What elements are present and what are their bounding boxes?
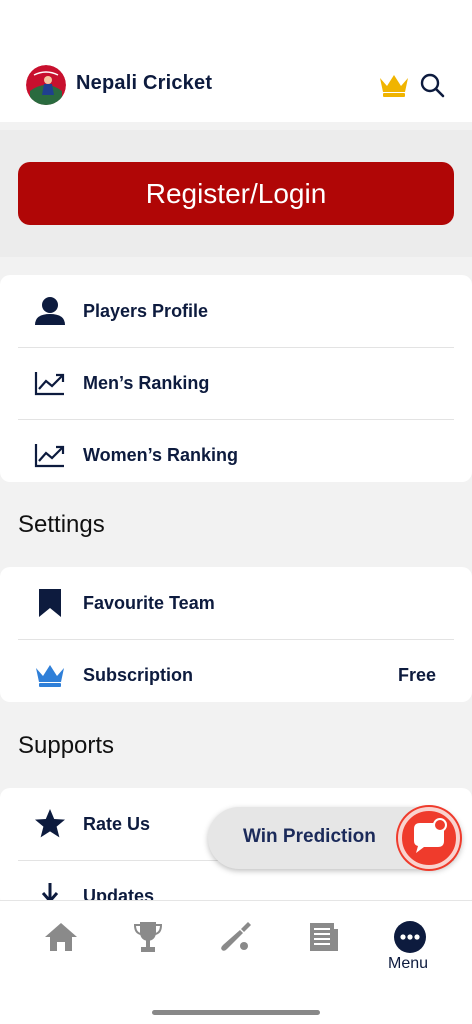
crown-icon [33, 658, 67, 692]
trend-chart-icon [33, 438, 67, 472]
app-header: Nepali Cricket [0, 0, 472, 122]
nav-menu-label[interactable]: Menu [388, 955, 428, 973]
main-menu-card: Players Profile Men’s Ranking Women’s Ra… [0, 275, 472, 482]
menu-item-label: Women’s Ranking [83, 444, 239, 465]
win-prediction-button[interactable]: Win Prediction [208, 807, 462, 869]
settings-item-subscription[interactable]: Subscription Free [0, 639, 472, 711]
menu-item-womens-ranking[interactable]: Women’s Ranking [0, 419, 472, 491]
crown-icon[interactable] [378, 72, 410, 98]
menu-item-label: Men’s Ranking [83, 372, 210, 393]
home-indicator [152, 1010, 320, 1015]
app-logo[interactable] [26, 65, 66, 105]
bottom-navigation: Menu [0, 900, 472, 1024]
bookmark-icon [33, 586, 67, 620]
news-icon[interactable] [303, 917, 343, 957]
settings-item-favourite-team[interactable]: Favourite Team [0, 567, 472, 639]
cricket-bat-icon[interactable] [215, 917, 255, 957]
trend-chart-icon [33, 366, 67, 400]
menu-item-label: Subscription [83, 664, 194, 685]
person-icon [33, 294, 67, 328]
home-icon[interactable] [41, 917, 81, 957]
menu-item-players-profile[interactable]: Players Profile [0, 275, 472, 347]
subscription-status: Free [397, 664, 436, 685]
star-icon [33, 807, 67, 841]
menu-item-label: Players Profile [83, 300, 209, 321]
trophy-icon[interactable] [128, 917, 168, 957]
win-prediction-label: Win Prediction [243, 826, 376, 847]
settings-card: Favourite Team Subscription Free [0, 567, 472, 702]
settings-title: Settings [18, 511, 105, 538]
register-area: Register/Login [0, 130, 472, 257]
menu-item-label: Rate Us [83, 813, 151, 834]
menu-item-label: Favourite Team [83, 592, 215, 613]
register-login-button[interactable]: Register/Login [18, 162, 454, 225]
app-title: Nepali Cricket [76, 72, 213, 94]
more-icon[interactable] [390, 917, 430, 957]
search-icon[interactable] [419, 72, 445, 98]
chat-bubble-icon[interactable] [398, 807, 460, 869]
menu-item-mens-ranking[interactable]: Men’s Ranking [0, 347, 472, 419]
supports-title: Supports [18, 732, 115, 759]
